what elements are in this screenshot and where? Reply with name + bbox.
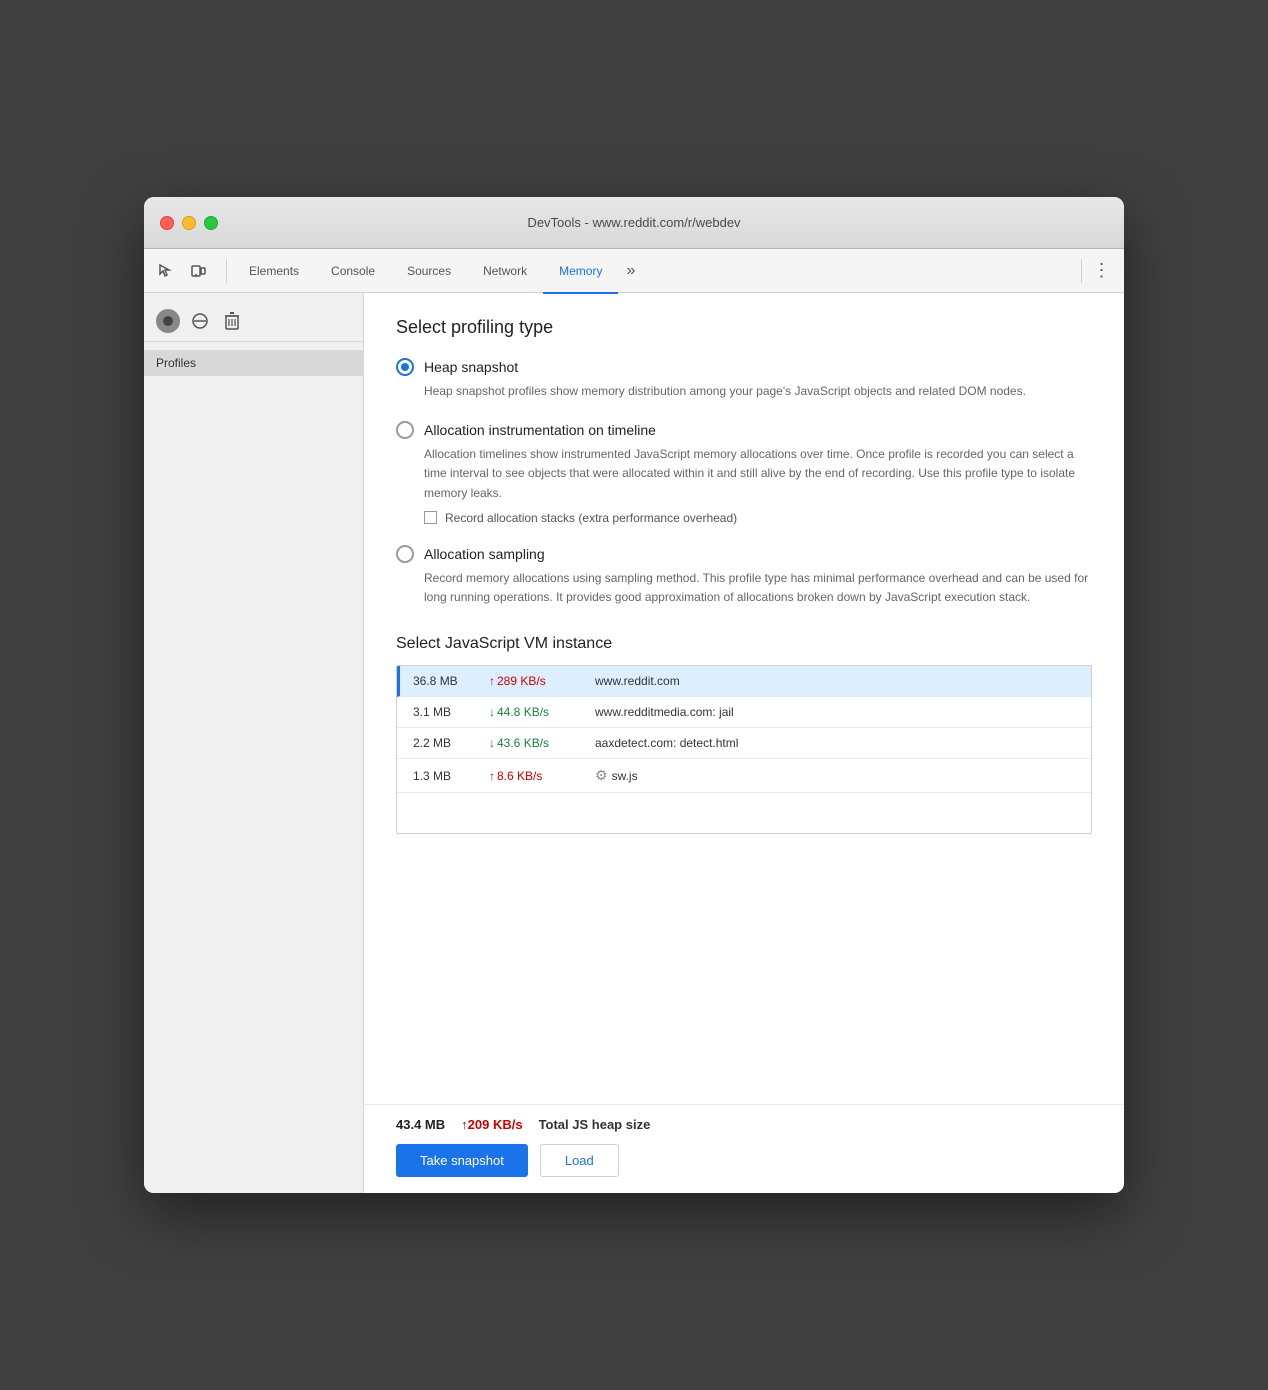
vm-title: Select JavaScript VM instance bbox=[396, 635, 1092, 653]
heap-snapshot-option: Heap snapshot Heap snapshot profiles sho… bbox=[396, 358, 1092, 401]
vm-row-4-rate: 8.6 KB/s bbox=[489, 769, 579, 783]
sidebar-toolbar bbox=[144, 301, 363, 342]
tab-more-button[interactable]: » bbox=[618, 249, 643, 293]
vm-row-1[interactable]: 36.8 MB 289 KB/s www.reddit.com bbox=[397, 666, 1091, 697]
allocation-sampling-option: Allocation sampling Record memory alloca… bbox=[396, 545, 1092, 607]
toolbar: Elements Console Sources Network Memory … bbox=[144, 249, 1124, 293]
footer-total-label: Total JS heap size bbox=[539, 1117, 651, 1132]
tab-console[interactable]: Console bbox=[315, 250, 391, 294]
vm-row-1-name: www.reddit.com bbox=[595, 674, 1075, 688]
vm-section: Select JavaScript VM instance 36.8 MB 28… bbox=[396, 635, 1092, 834]
traffic-lights bbox=[160, 216, 218, 230]
content-area: Select profiling type Heap snapshot Heap… bbox=[364, 293, 1124, 1193]
vm-row-1-rate: 289 KB/s bbox=[489, 674, 579, 688]
toolbar-icons bbox=[152, 257, 212, 285]
tab-memory[interactable]: Memory bbox=[543, 250, 618, 294]
allocation-stacks-checkbox[interactable] bbox=[424, 511, 437, 524]
radio-selected-indicator bbox=[401, 363, 409, 371]
allocation-sampling-radio[interactable] bbox=[396, 545, 414, 563]
vm-row-4-size: 1.3 MB bbox=[413, 769, 473, 783]
titlebar: DevTools - www.reddit.com/r/webdev bbox=[144, 197, 1124, 249]
allocation-stacks-row: Record allocation stacks (extra performa… bbox=[396, 511, 1092, 525]
maximize-button[interactable] bbox=[204, 216, 218, 230]
content: Select profiling type Heap snapshot Heap… bbox=[364, 293, 1124, 1104]
footer: 43.4 MB ↑209 KB/s Total JS heap size Tak… bbox=[364, 1104, 1124, 1193]
record-dot-icon bbox=[163, 316, 173, 326]
allocation-timeline-header: Allocation instrumentation on timeline bbox=[396, 421, 1092, 439]
vm-row-2[interactable]: 3.1 MB 44.8 KB/s www.redditmedia.com: ja… bbox=[397, 697, 1091, 728]
tab-network[interactable]: Network bbox=[467, 250, 543, 294]
clear-button[interactable] bbox=[188, 309, 212, 333]
footer-stats: 43.4 MB ↑209 KB/s Total JS heap size bbox=[396, 1117, 1092, 1132]
heap-snapshot-header: Heap snapshot bbox=[396, 358, 1092, 376]
vm-row-empty bbox=[397, 793, 1091, 833]
more-options-button[interactable]: ⋮ bbox=[1088, 257, 1116, 285]
sidebar: Profiles bbox=[144, 293, 364, 1193]
profiles-label: Profiles bbox=[144, 350, 363, 376]
footer-total-size: 43.4 MB bbox=[396, 1117, 445, 1132]
vm-row-1-size: 36.8 MB bbox=[413, 674, 473, 688]
vm-row-3[interactable]: 2.2 MB 43.6 KB/s aaxdetect.com: detect.h… bbox=[397, 728, 1091, 759]
vm-row-2-size: 3.1 MB bbox=[413, 705, 473, 719]
record-button[interactable] bbox=[156, 309, 180, 333]
take-snapshot-button[interactable]: Take snapshot bbox=[396, 1144, 528, 1177]
tabs: Elements Console Sources Network Memory … bbox=[233, 249, 1075, 293]
allocation-timeline-option: Allocation instrumentation on timeline A… bbox=[396, 421, 1092, 525]
devtools-window: DevTools - www.reddit.com/r/webdev Eleme… bbox=[144, 197, 1124, 1193]
vm-row-3-name: aaxdetect.com: detect.html bbox=[595, 736, 1075, 750]
section-title: Select profiling type bbox=[396, 317, 1092, 338]
footer-total-rate: ↑209 KB/s bbox=[461, 1117, 522, 1132]
tab-elements[interactable]: Elements bbox=[233, 250, 315, 294]
inspect-element-button[interactable] bbox=[152, 257, 180, 285]
heap-snapshot-title: Heap snapshot bbox=[424, 359, 518, 375]
no-entry-icon bbox=[191, 312, 209, 330]
toolbar-end-divider bbox=[1081, 259, 1082, 283]
device-toggle-button[interactable] bbox=[184, 257, 212, 285]
allocation-timeline-desc: Allocation timelines show instrumented J… bbox=[396, 445, 1092, 503]
allocation-sampling-header: Allocation sampling bbox=[396, 545, 1092, 563]
close-button[interactable] bbox=[160, 216, 174, 230]
vm-row-2-name: www.redditmedia.com: jail bbox=[595, 705, 1075, 719]
vm-table: 36.8 MB 289 KB/s www.reddit.com 3.1 MB 4… bbox=[396, 665, 1092, 834]
device-icon bbox=[190, 263, 206, 279]
load-button[interactable]: Load bbox=[540, 1144, 619, 1177]
vm-row-2-rate: 44.8 KB/s bbox=[489, 705, 579, 719]
window-title: DevTools - www.reddit.com/r/webdev bbox=[527, 215, 740, 230]
vm-row-4-name: ⚙sw.js bbox=[595, 767, 1075, 784]
main-layout: Profiles Select profiling type Heap snap… bbox=[144, 293, 1124, 1193]
footer-actions: Take snapshot Load bbox=[396, 1144, 1092, 1177]
cursor-icon bbox=[158, 263, 174, 279]
heap-snapshot-desc: Heap snapshot profiles show memory distr… bbox=[396, 382, 1092, 401]
trash-icon bbox=[225, 312, 239, 330]
allocation-timeline-radio[interactable] bbox=[396, 421, 414, 439]
gear-icon: ⚙ bbox=[595, 767, 608, 783]
vm-row-4[interactable]: 1.3 MB 8.6 KB/s ⚙sw.js bbox=[397, 759, 1091, 793]
vm-row-3-rate: 43.6 KB/s bbox=[489, 736, 579, 750]
allocation-sampling-title: Allocation sampling bbox=[424, 546, 545, 562]
allocation-stacks-label: Record allocation stacks (extra performa… bbox=[445, 511, 737, 525]
delete-button[interactable] bbox=[220, 309, 244, 333]
allocation-timeline-title: Allocation instrumentation on timeline bbox=[424, 422, 656, 438]
allocation-sampling-desc: Record memory allocations using sampling… bbox=[396, 569, 1092, 607]
tab-sources[interactable]: Sources bbox=[391, 250, 467, 294]
heap-snapshot-radio[interactable] bbox=[396, 358, 414, 376]
minimize-button[interactable] bbox=[182, 216, 196, 230]
vm-row-3-size: 2.2 MB bbox=[413, 736, 473, 750]
toolbar-divider bbox=[226, 259, 227, 283]
toolbar-end: ⋮ bbox=[1075, 257, 1116, 285]
